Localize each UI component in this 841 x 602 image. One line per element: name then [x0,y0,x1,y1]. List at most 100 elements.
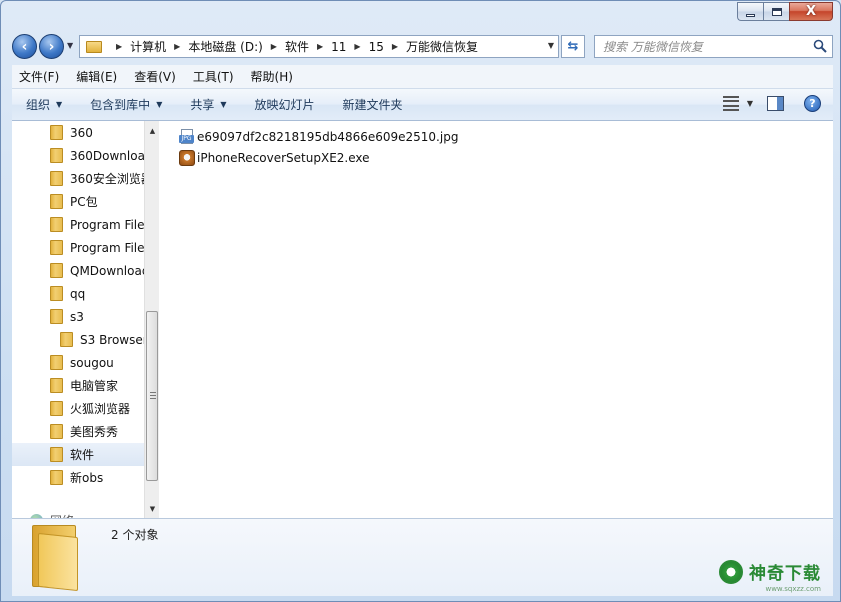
breadcrumb-item[interactable]: ▶ 软件 [263,38,309,55]
breadcrumb-item[interactable]: ▶ 计算机 [108,38,166,55]
watermark-url: www.sqxzz.com [765,585,821,593]
chevron-right-icon[interactable]: ▶ [116,42,122,51]
forward-button[interactable]: › [39,34,64,59]
chevron-right-icon[interactable]: ▶ [392,42,398,51]
search-placeholder: 搜索 万能微信恢复 [603,40,703,54]
file-list: JPG e69097df2c8218195db4866e609e2510.jpg… [159,121,833,518]
close-button[interactable]: X [789,2,833,21]
menu-tools[interactable]: 工具(T) [193,68,234,85]
menu-edit[interactable]: 编辑(E) [76,68,117,85]
breadcrumb-item[interactable]: ▶ 15 [346,40,383,54]
nav-folder-meitu[interactable]: 美图秀秀 [50,420,158,443]
nav-folder-program-files[interactable]: Program Files [50,213,158,236]
explorer-window: X ‹ › ▼ ▶ 计算机 ▶ 本地磁盘 (D:) ▶ 软件 ▶ 11 ▶ 15 ▶ 万能微… [0,0,841,602]
nav-folder-qmdownload[interactable]: QMDownload [50,259,158,282]
folder-icon [50,194,63,209]
breadcrumb: ▶ 计算机 ▶ 本地磁盘 (D:) ▶ 软件 ▶ 11 ▶ 15 ▶ 万能微信恢复 [108,38,478,55]
navigation-pane: 360 360Downloads 360安全浏览器下载 PC包 Program … [12,121,159,518]
nav-folder-360downloads[interactable]: 360Downloads [50,144,158,167]
minimize-button[interactable] [737,2,763,21]
search-input[interactable]: 搜索 万能微信恢复 [594,35,833,58]
scroll-down-icon[interactable]: ▼ [145,501,160,516]
preview-pane-icon[interactable] [767,96,784,111]
folder-icon [50,447,63,462]
nav-folder-new-obs[interactable]: 新obs [50,466,158,489]
file-name: iPhoneRecoverSetupXE2.exe [197,151,370,165]
slideshow-button[interactable]: 放映幻灯片 [255,96,315,113]
chevron-right-icon[interactable]: ▶ [174,42,180,51]
back-button[interactable]: ‹ [12,34,37,59]
nav-folder-360[interactable]: 360 [50,121,158,144]
menu-file[interactable]: 文件(F) [19,68,59,85]
nav-folder-pc-manager[interactable]: 电脑管家 [50,374,158,397]
nav-folder-sougou[interactable]: sougou [50,351,158,374]
folder-icon [86,40,102,53]
file-item-exe[interactable]: iPhoneRecoverSetupXE2.exe [179,148,370,168]
share-button[interactable]: 共享 ▼ [190,96,226,113]
nav-folder-firefox[interactable]: 火狐浏览器 [50,397,158,420]
organize-button[interactable]: 组织 ▼ [26,96,62,113]
menu-view[interactable]: 查看(V) [134,68,176,85]
breadcrumb-item[interactable]: ▶ 11 [309,40,346,54]
breadcrumb-item[interactable]: ▶ 本地磁盘 (D:) [166,38,263,55]
folder-large-icon [32,525,80,592]
menu-help[interactable]: 帮助(H) [251,68,293,85]
address-history-dropdown[interactable]: ▼ [548,41,554,50]
folder-icon [50,470,63,485]
nav-network[interactable]: 网络 [30,509,158,518]
folder-icon [50,171,63,186]
view-options-dropdown[interactable]: ▼ [747,99,753,108]
grip-icon [150,392,156,399]
close-icon: X [805,4,817,19]
folder-icon [50,309,63,324]
nav-scrollbar[interactable]: ▲ ▼ [144,121,159,518]
folder-icon [50,378,63,393]
new-folder-button[interactable]: 新建文件夹 [343,96,403,113]
change-view-icon[interactable] [722,95,739,112]
nav-folder-software-selected[interactable]: 软件 [12,443,145,466]
nav-folder-program-files-x86[interactable]: Program Files (x86) [50,236,158,259]
watermark-logo-icon [719,559,743,584]
minimize-icon [746,13,755,17]
watermark: 神奇下载 www.sqxzz.com [719,559,821,593]
folder-icon [50,263,63,278]
command-bar: 组织 ▼ 包含到库中 ▼ 共享 ▼ 放映幻灯片 新建文件夹 ▼ ? [12,89,833,121]
scroll-thumb[interactable] [146,311,158,481]
refresh-button[interactable]: ⇆ [561,35,585,58]
help-icon[interactable]: ? [804,95,821,112]
search-icon[interactable] [813,39,827,53]
file-item-jpg[interactable]: JPG e69097df2c8218195db4866e609e2510.jpg [179,127,458,147]
nav-folder-360-browser[interactable]: 360安全浏览器下载 [50,167,158,190]
scroll-up-icon[interactable]: ▲ [145,123,160,138]
watermark-text: 神奇下载 [749,564,821,584]
refresh-icon: ⇆ [567,39,579,54]
folder-icon [60,332,73,347]
back-arrow-icon: ‹ [21,38,28,55]
item-count: 2 个对象 [111,528,159,542]
caption-buttons: X [737,2,833,21]
include-in-library-button[interactable]: 包含到库中 ▼ [90,96,162,113]
folder-icon [50,286,63,301]
nav-folder-pc-pack[interactable]: PC包 [50,190,158,213]
forward-arrow-icon: › [48,38,55,55]
jpg-file-icon: JPG [179,129,195,145]
file-name: e69097df2c8218195db4866e609e2510.jpg [197,130,459,144]
folder-icon [50,240,63,255]
chevron-down-icon: ▼ [56,100,63,109]
recent-pages-dropdown[interactable]: ▼ [67,41,73,50]
folder-icon [50,424,63,439]
chevron-right-icon[interactable]: ▶ [271,42,277,51]
chevron-down-icon: ▼ [220,100,227,109]
nav-folder-qq[interactable]: qq [50,282,158,305]
folder-icon [50,125,63,140]
maximize-button[interactable] [763,2,789,21]
chevron-down-icon: ▼ [156,100,163,109]
breadcrumb-item[interactable]: ▶ 万能微信恢复 [384,38,478,55]
nav-folder-s3[interactable]: s3 [50,305,158,328]
chevron-right-icon[interactable]: ▶ [317,42,323,51]
address-bar[interactable]: ▶ 计算机 ▶ 本地磁盘 (D:) ▶ 软件 ▶ 11 ▶ 15 ▶ 万能微信恢复 ▼ [79,35,559,58]
chevron-right-icon[interactable]: ▶ [354,42,360,51]
folder-icon [50,355,63,370]
view-controls: ▼ ? [722,95,821,112]
menu-bar: 文件(F) 编辑(E) 查看(V) 工具(T) 帮助(H) [12,65,833,89]
